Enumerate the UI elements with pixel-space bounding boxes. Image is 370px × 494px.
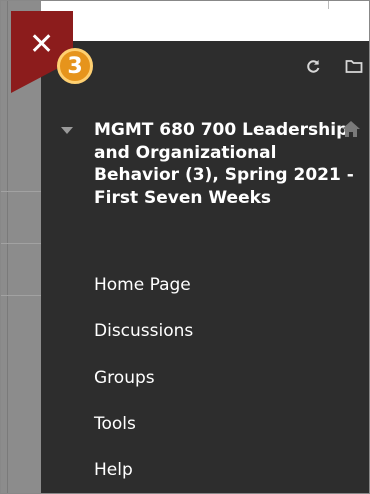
step-badge: 3 bbox=[57, 48, 93, 84]
course-title[interactable]: MGMT 680 700 Leadership and Organization… bbox=[94, 119, 359, 209]
page-top-strip bbox=[41, 1, 369, 42]
background-divider bbox=[7, 1, 8, 493]
menu-item-discussions[interactable]: Discussions bbox=[94, 321, 193, 341]
close-icon: ✕ bbox=[29, 27, 55, 62]
background-gridline bbox=[1, 243, 41, 244]
menu-item-home-page[interactable]: Home Page bbox=[94, 275, 191, 295]
screenshot-frame: ✕ 3 MGMT 680 700 Leadership and Organiza… bbox=[0, 0, 370, 494]
top-strip-tick bbox=[328, 1, 329, 9]
refresh-icon[interactable] bbox=[303, 56, 323, 76]
background-gridline bbox=[1, 295, 41, 296]
background-gridline bbox=[1, 191, 41, 192]
home-icon[interactable] bbox=[341, 119, 361, 139]
menu-item-tools[interactable]: Tools bbox=[94, 414, 136, 434]
menu-item-groups[interactable]: Groups bbox=[94, 368, 155, 388]
course-menu-panel bbox=[41, 41, 369, 493]
folder-icon[interactable] bbox=[344, 56, 364, 76]
collapse-chevron-icon[interactable] bbox=[61, 127, 73, 134]
step-badge-number: 3 bbox=[67, 53, 83, 79]
menu-item-help[interactable]: Help bbox=[94, 460, 133, 480]
